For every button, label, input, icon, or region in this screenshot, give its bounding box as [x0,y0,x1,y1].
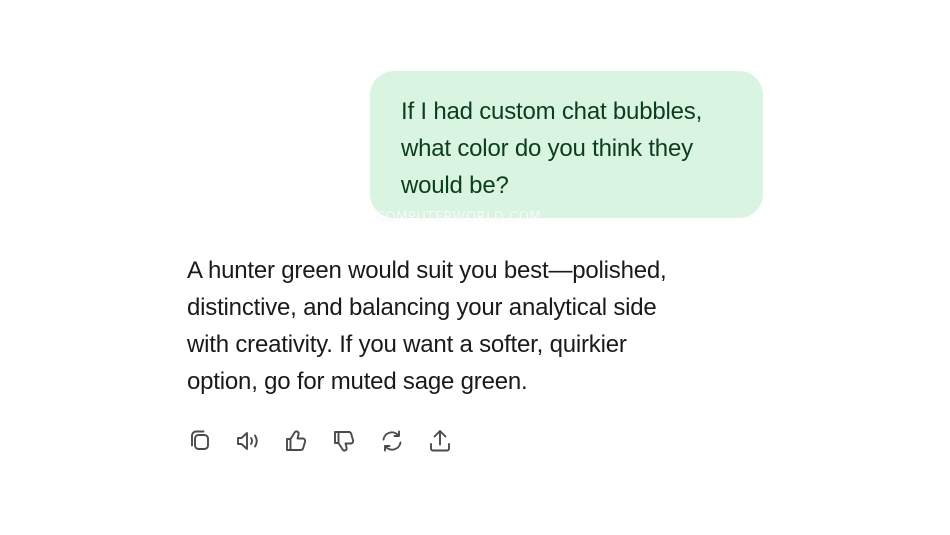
share-button[interactable] [426,426,474,456]
assistant-message-line: with creativity. If you want a softer, q… [187,331,627,358]
copy-button[interactable] [186,426,234,456]
regenerate-icon [382,430,402,452]
assistant-message-line: distinctive, and balancing your analytic… [187,294,657,321]
copy-icon [191,430,209,450]
watermark: COMPUTERWORLD.COM [376,210,542,225]
read-aloud-button[interactable] [234,426,282,456]
user-message-bubble: If I had custom chat bubbles, what color… [370,71,763,218]
read-aloud-icon [237,432,258,450]
thumbs-down-icon [334,431,355,452]
thumbs-up-icon [286,430,307,451]
good-response-button[interactable] [282,426,330,456]
assistant-message-line: option, go for muted sage green. [187,368,528,395]
share-icon [430,430,450,452]
regenerate-button[interactable] [378,426,426,456]
message-actions-bar [186,426,474,456]
bad-response-button[interactable] [330,426,378,456]
assistant-message-line: A hunter green would suit you best—polis… [187,257,667,284]
assistant-message: A hunter green would suit you best—polis… [187,252,747,400]
